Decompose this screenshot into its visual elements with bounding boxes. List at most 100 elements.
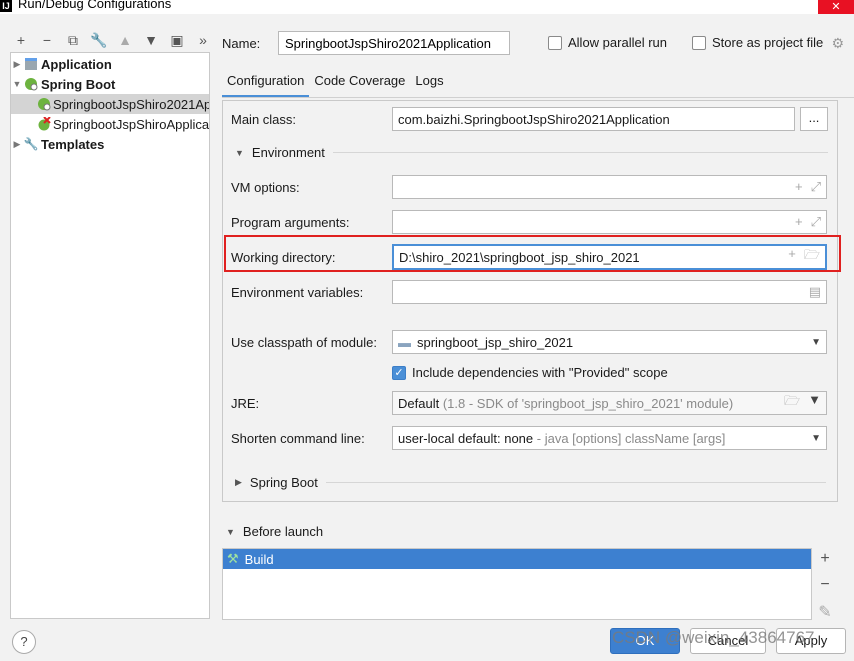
app-icon: IJ <box>0 0 12 12</box>
list-item[interactable]: ⚒ Build <box>223 549 811 569</box>
pencil-icon[interactable]: ✎ <box>818 602 831 622</box>
application-icon <box>23 56 39 72</box>
classpath-label: Use classpath of module: <box>231 334 377 350</box>
help-button[interactable]: ? <box>12 630 36 654</box>
shorten-command-row: Shorten command line: <box>231 426 393 450</box>
tab-logs[interactable]: Logs <box>410 70 448 98</box>
vm-options-row: VM options: <box>231 175 393 199</box>
main-class-value: com.baizhi.SpringbootJspShiro2021Applica… <box>398 111 670 127</box>
environment-variables-label: Environment variables: <box>231 284 364 300</box>
name-label: Name: <box>222 35 261 51</box>
shorten-command-select[interactable]: user-local default: none - java [options… <box>392 426 827 450</box>
allow-parallel-run[interactable]: Allow parallel run <box>548 35 667 50</box>
folder-icon[interactable]: 🗁 <box>784 392 800 414</box>
include-dependencies-checkbox[interactable]: ✓ <box>392 365 406 380</box>
vm-options-label: VM options: <box>231 179 300 195</box>
spring-boot-section[interactable]: ▶ Spring Boot <box>235 475 826 490</box>
spring-boot-error-icon <box>37 116 51 132</box>
vm-options-field[interactable]: + ⤢ <box>392 175 827 199</box>
main-class-field[interactable]: com.baizhi.SpringbootJspShiro2021Applica… <box>392 107 795 131</box>
chevron-down-icon[interactable]: ▼ <box>811 433 821 444</box>
section-divider <box>325 482 826 483</box>
expand-arrow-icon[interactable]: ▶ <box>11 59 23 70</box>
section-divider <box>332 152 828 153</box>
before-launch-item-label: Build <box>244 551 274 567</box>
classpath-select[interactable]: ▬ springboot_jsp_shiro_2021 ▼ <box>392 330 827 354</box>
more-icon[interactable]: » <box>192 30 214 50</box>
expand-icon[interactable]: ⤢ <box>811 214 821 230</box>
spring-boot-section-title: Spring Boot <box>249 475 318 490</box>
expand-icon[interactable]: ⤢ <box>811 179 821 195</box>
jre-row: JRE: <box>231 391 393 415</box>
browse-main-class-button[interactable]: ... <box>800 107 828 131</box>
spring-boot-icon <box>23 76 39 92</box>
watermark: CSDN @weixin_43864767 <box>612 628 815 647</box>
shorten-command-hint: - java [options] className [args] <box>536 430 726 446</box>
tree-item-label: Spring Boot <box>41 76 116 92</box>
plus-icon[interactable]: + <box>795 179 803 195</box>
title-bar: IJ Run/Debug Configurations ✕ <box>0 0 854 14</box>
module-icon: ▬ <box>398 334 411 350</box>
classpath-value: springboot_jsp_shiro_2021 <box>417 334 574 350</box>
collapse-arrow-icon[interactable]: ▼ <box>11 79 23 89</box>
include-dependencies-option[interactable]: ✓ Include dependencies with "Provided" s… <box>392 365 668 380</box>
store-as-project-file[interactable]: Store as project file <box>692 35 823 50</box>
configuration-tree: ▶ Application ▼ Spring Boot SpringbootJs… <box>10 52 210 619</box>
config-tabs: Configuration Code Coverage Logs <box>222 70 449 98</box>
minus-icon[interactable]: − <box>820 576 829 594</box>
folder-add-icon[interactable]: ▣ <box>166 30 188 50</box>
tree-item-spring-boot[interactable]: ▼ Spring Boot <box>11 74 209 94</box>
program-arguments-row: Program arguments: <box>231 210 393 234</box>
chevron-down-icon[interactable]: ▼ <box>808 392 821 414</box>
store-project-label: Store as project file <box>712 35 824 50</box>
store-project-checkbox[interactable] <box>692 35 706 50</box>
jre-hint: (1.8 - SDK of 'springboot_jsp_shiro_2021… <box>442 395 734 411</box>
window-title: Run/Debug Configurations <box>18 0 172 11</box>
expand-arrow-icon[interactable]: ▶ <box>11 139 23 150</box>
plus-icon[interactable]: + <box>795 214 803 230</box>
wrench-icon[interactable]: 🔧 <box>88 30 110 50</box>
before-launch-section[interactable]: ▼ Before launch <box>226 524 323 539</box>
spring-boot-icon <box>37 96 51 112</box>
program-arguments-label: Program arguments: <box>231 214 350 230</box>
tab-code-coverage[interactable]: Code Coverage <box>309 70 410 98</box>
before-launch-list: ⚒ Build <box>222 548 812 620</box>
plus-icon[interactable]: + <box>820 550 829 568</box>
collapse-arrow-icon: ▼ <box>226 526 235 537</box>
shorten-command-value: user-local default: none <box>398 430 534 446</box>
jre-select[interactable]: Default (1.8 - SDK of 'springboot_jsp_sh… <box>392 391 827 415</box>
jre-label: JRE: <box>231 395 260 411</box>
wrench-icon: 🔧 <box>23 137 39 151</box>
arrow-up-icon[interactable]: ▲ <box>114 30 136 50</box>
program-arguments-field[interactable]: + ⤢ <box>392 210 827 234</box>
copy-icon[interactable]: ⧉ <box>62 30 84 50</box>
minus-icon[interactable]: − <box>36 30 58 50</box>
tab-configuration[interactable]: Configuration <box>222 70 310 98</box>
environment-variables-row: Environment variables: <box>231 280 393 304</box>
environment-variables-field[interactable]: ▤ <box>392 280 827 304</box>
close-button[interactable]: ✕ <box>818 0 854 14</box>
before-launch-toolbar: + − ✎ <box>815 550 835 622</box>
hammer-icon: ⚒ <box>227 551 239 566</box>
expand-arrow-icon: ▶ <box>235 477 242 487</box>
gear-icon[interactable]: ⚙ <box>831 35 844 52</box>
environment-section[interactable]: ▼ Environment <box>235 145 828 160</box>
tree-item-templates[interactable]: ▶ 🔧 Templates <box>11 134 209 154</box>
chevron-down-icon[interactable]: ▼ <box>811 337 821 348</box>
tree-item-label: SpringbootJspShiro2021Application <box>53 96 209 112</box>
before-launch-title: Before launch <box>242 524 324 539</box>
allow-parallel-checkbox[interactable] <box>548 35 562 50</box>
arrow-down-icon[interactable]: ▼ <box>140 30 162 50</box>
name-input[interactable] <box>278 31 510 55</box>
document-icon[interactable]: ▤ <box>809 284 821 300</box>
tree-item-springboot-jsp-shiro[interactable]: SpringbootJspShiroApplication <box>11 114 209 134</box>
tree-item-label: Templates <box>41 136 105 152</box>
configuration-panel: Main class: com.baizhi.SpringbootJspShir… <box>222 100 838 502</box>
tree-item-label: Application <box>41 56 112 72</box>
jre-value: Default <box>398 395 440 411</box>
environment-section-title: Environment <box>251 145 325 160</box>
tree-item-application[interactable]: ▶ Application <box>11 54 209 74</box>
tree-item-label: SpringbootJspShiroApplication <box>53 116 209 132</box>
tree-item-springboot-jsp-shiro-2021[interactable]: SpringbootJspShiro2021Application <box>11 94 209 114</box>
plus-icon[interactable]: + <box>10 30 32 50</box>
